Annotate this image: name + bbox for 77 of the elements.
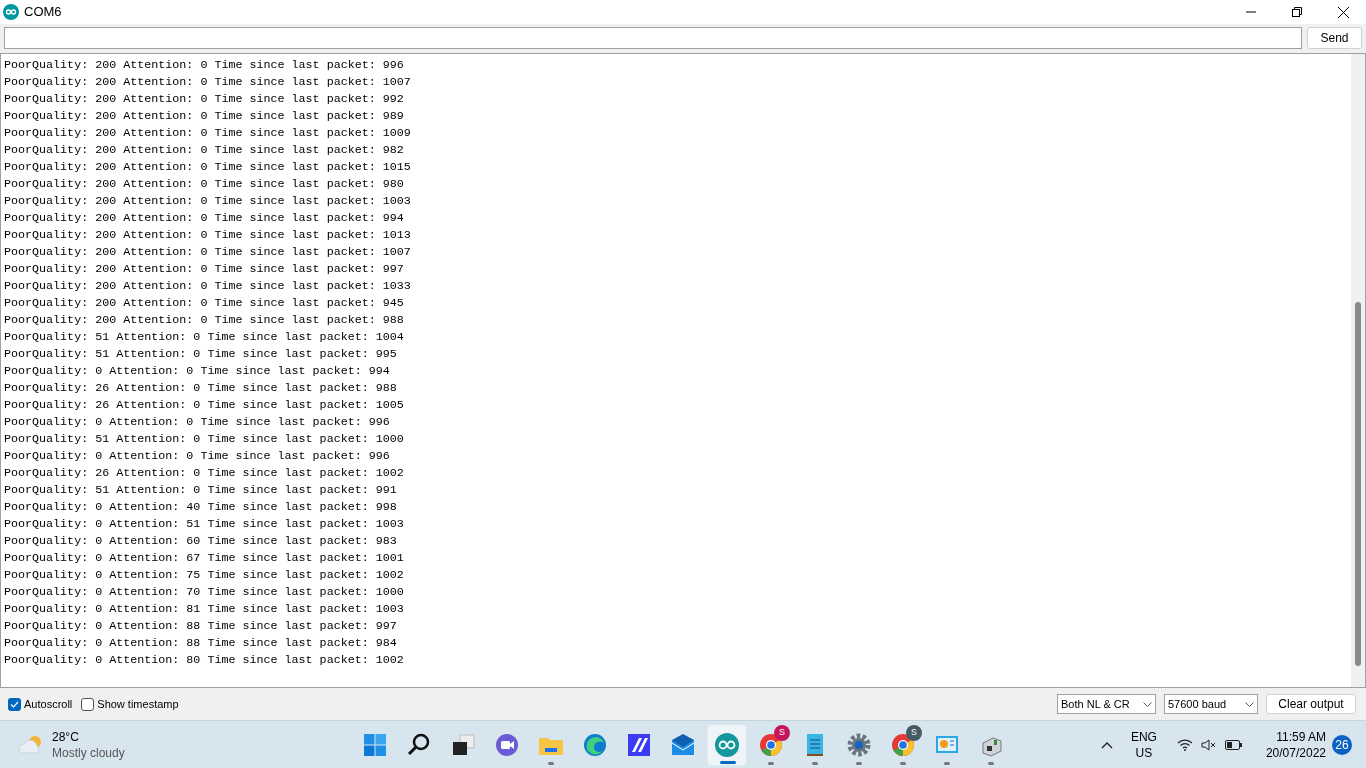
output-line: PoorQuality: 200 Attention: 0 Time since last packet: 982 [4, 142, 404, 159]
video-chat-icon [493, 731, 521, 759]
chrome-logo-icon [757, 731, 785, 759]
input-field[interactable] [4, 27, 1302, 49]
output-line: PoorQuality: 0 Attention: 81 Time since last packet: 1003 [4, 601, 404, 618]
send-button[interactable]: Send [1307, 27, 1362, 49]
output-line: PoorQuality: 0 Attention: 88 Time since last packet: 997 [4, 618, 397, 635]
output-line: PoorQuality: 200 Attention: 0 Time since last packet: 994 [4, 210, 404, 227]
notification-count-badge[interactable]: 26 [1332, 734, 1352, 755]
output-line: PoorQuality: 200 Attention: 0 Time since last packet: 996 [4, 57, 404, 74]
output-line: PoorQuality: 200 Attention: 0 Time since last packet: 1015 [4, 159, 411, 176]
output-line: PoorQuality: 200 Attention: 0 Time since last packet: 1007 [4, 244, 411, 261]
output-line: PoorQuality: 0 Attention: 67 Time since last packet: 1001 [4, 550, 404, 567]
output-line: PoorQuality: 26 Attention: 0 Time since last packet: 988 [4, 380, 397, 397]
output-line: PoorQuality: 0 Attention: 0 Time since last packet: 996 [4, 414, 390, 431]
windows-logo-icon [361, 731, 389, 759]
output-line: PoorQuality: 26 Attention: 0 Time since last packet: 1002 [4, 465, 404, 482]
checkbox-label[interactable]: Show timestamp [97, 695, 179, 713]
output-line: PoorQuality: 51 Attention: 0 Time since last packet: 991 [4, 482, 397, 499]
scrollbar[interactable] [1351, 54, 1365, 687]
output-line: PoorQuality: 200 Attention: 0 Time since last packet: 989 [4, 108, 404, 125]
output-line: PoorQuality: 200 Attention: 0 Time since last packet: 997 [4, 261, 404, 278]
arduino-logo-icon [3, 4, 19, 20]
output-line: PoorQuality: 0 Attention: 88 Time since last packet: 984 [4, 635, 397, 652]
clock-date[interactable]: 20/07/2022 [1265, 744, 1326, 761]
checkbox[interactable] [8, 697, 21, 711]
checkbox[interactable] [81, 697, 95, 711]
muted-speaker-icon[interactable] [1200, 738, 1217, 751]
output-line: PoorQuality: 200 Attention: 0 Time since last packet: 980 [4, 176, 404, 193]
output-line: PoorQuality: 200 Attention: 0 Time since last packet: 992 [4, 91, 404, 108]
output-line: PoorQuality: 51 Attention: 0 Time since last packet: 995 [4, 346, 397, 363]
chrome-logo-icon [889, 731, 917, 759]
temperature: 28°C [52, 728, 80, 745]
slash-logo-icon [625, 731, 653, 759]
weather-condition: Mostly cloudy [52, 744, 125, 761]
output-line: PoorQuality: 0 Attention: 40 Time since last packet: 998 [4, 499, 397, 516]
wifi-icon[interactable] [1176, 738, 1193, 751]
chevron-down-icon [1143, 701, 1152, 707]
input-language[interactable]: ENG [1130, 728, 1157, 745]
output-line: PoorQuality: 0 Attention: 60 Time since last packet: 983 [4, 533, 397, 550]
clock-time[interactable]: 11:59 AM [1276, 728, 1326, 745]
infinity-logo-icon [713, 731, 741, 759]
chevron-down-icon [1245, 701, 1254, 707]
output-line: PoorQuality: 0 Attention: 75 Time since last packet: 1002 [4, 567, 404, 584]
line-ending-dropdown[interactable]: Both NL & CR [1057, 694, 1156, 714]
output-line: PoorQuality: 51 Attention: 0 Time since last packet: 1000 [4, 431, 404, 448]
output-line: PoorQuality: 200 Attention: 0 Time since last packet: 1007 [4, 74, 411, 91]
output-line: PoorQuality: 51 Attention: 0 Time since last packet: 1004 [4, 329, 404, 346]
output-line: PoorQuality: 200 Attention: 0 Time since last packet: 945 [4, 295, 404, 312]
chevron-up-icon[interactable] [1100, 740, 1113, 749]
checkbox-label[interactable]: Autoscroll [24, 695, 73, 713]
output-line: PoorQuality: 200 Attention: 0 Time since last packet: 1033 [4, 278, 411, 295]
notification-badge: S [906, 725, 922, 741]
settings-icon [845, 731, 873, 759]
browser-swirl-icon [581, 731, 609, 759]
output-line: PoorQuality: 200 Attention: 0 Time since last packet: 1013 [4, 227, 411, 244]
output-line: PoorQuality: 0 Attention: 0 Time since last packet: 996 [4, 448, 390, 465]
output-line: PoorQuality: 0 Attention: 51 Time since last packet: 1003 [4, 516, 404, 533]
output-line: PoorQuality: 0 Attention: 70 Time since last packet: 1000 [4, 584, 404, 601]
taskbar-app-button[interactable]: S [883, 724, 923, 766]
window-title: COM6 [24, 3, 62, 22]
output-line: PoorQuality: 200 Attention: 0 Time since last packet: 1003 [4, 193, 411, 210]
input-language[interactable]: US [1135, 744, 1153, 761]
output-line: PoorQuality: 26 Attention: 0 Time since last packet: 1005 [4, 397, 404, 414]
notification-badge: S [774, 725, 790, 741]
baud-rate-dropdown[interactable]: 57600 baud [1164, 694, 1258, 714]
scrollbar-thumb[interactable] [1355, 302, 1361, 666]
output-line: PoorQuality: 200 Attention: 0 Time since last packet: 988 [4, 312, 404, 329]
output-line: PoorQuality: 0 Attention: 0 Time since last packet: 994 [4, 363, 390, 380]
output-line: PoorQuality: 0 Attention: 80 Time since last packet: 1002 [4, 652, 404, 669]
restore-icon [1292, 7, 1302, 17]
clear-output-button[interactable]: Clear output [1266, 694, 1356, 714]
close-icon [1337, 6, 1349, 18]
battery-icon[interactable] [1224, 739, 1242, 750]
cloudy-weather-icon [18, 734, 44, 755]
taskbar-app-button[interactable]: S [751, 724, 791, 766]
output-line: PoorQuality: 200 Attention: 0 Time since last packet: 1009 [4, 125, 411, 142]
